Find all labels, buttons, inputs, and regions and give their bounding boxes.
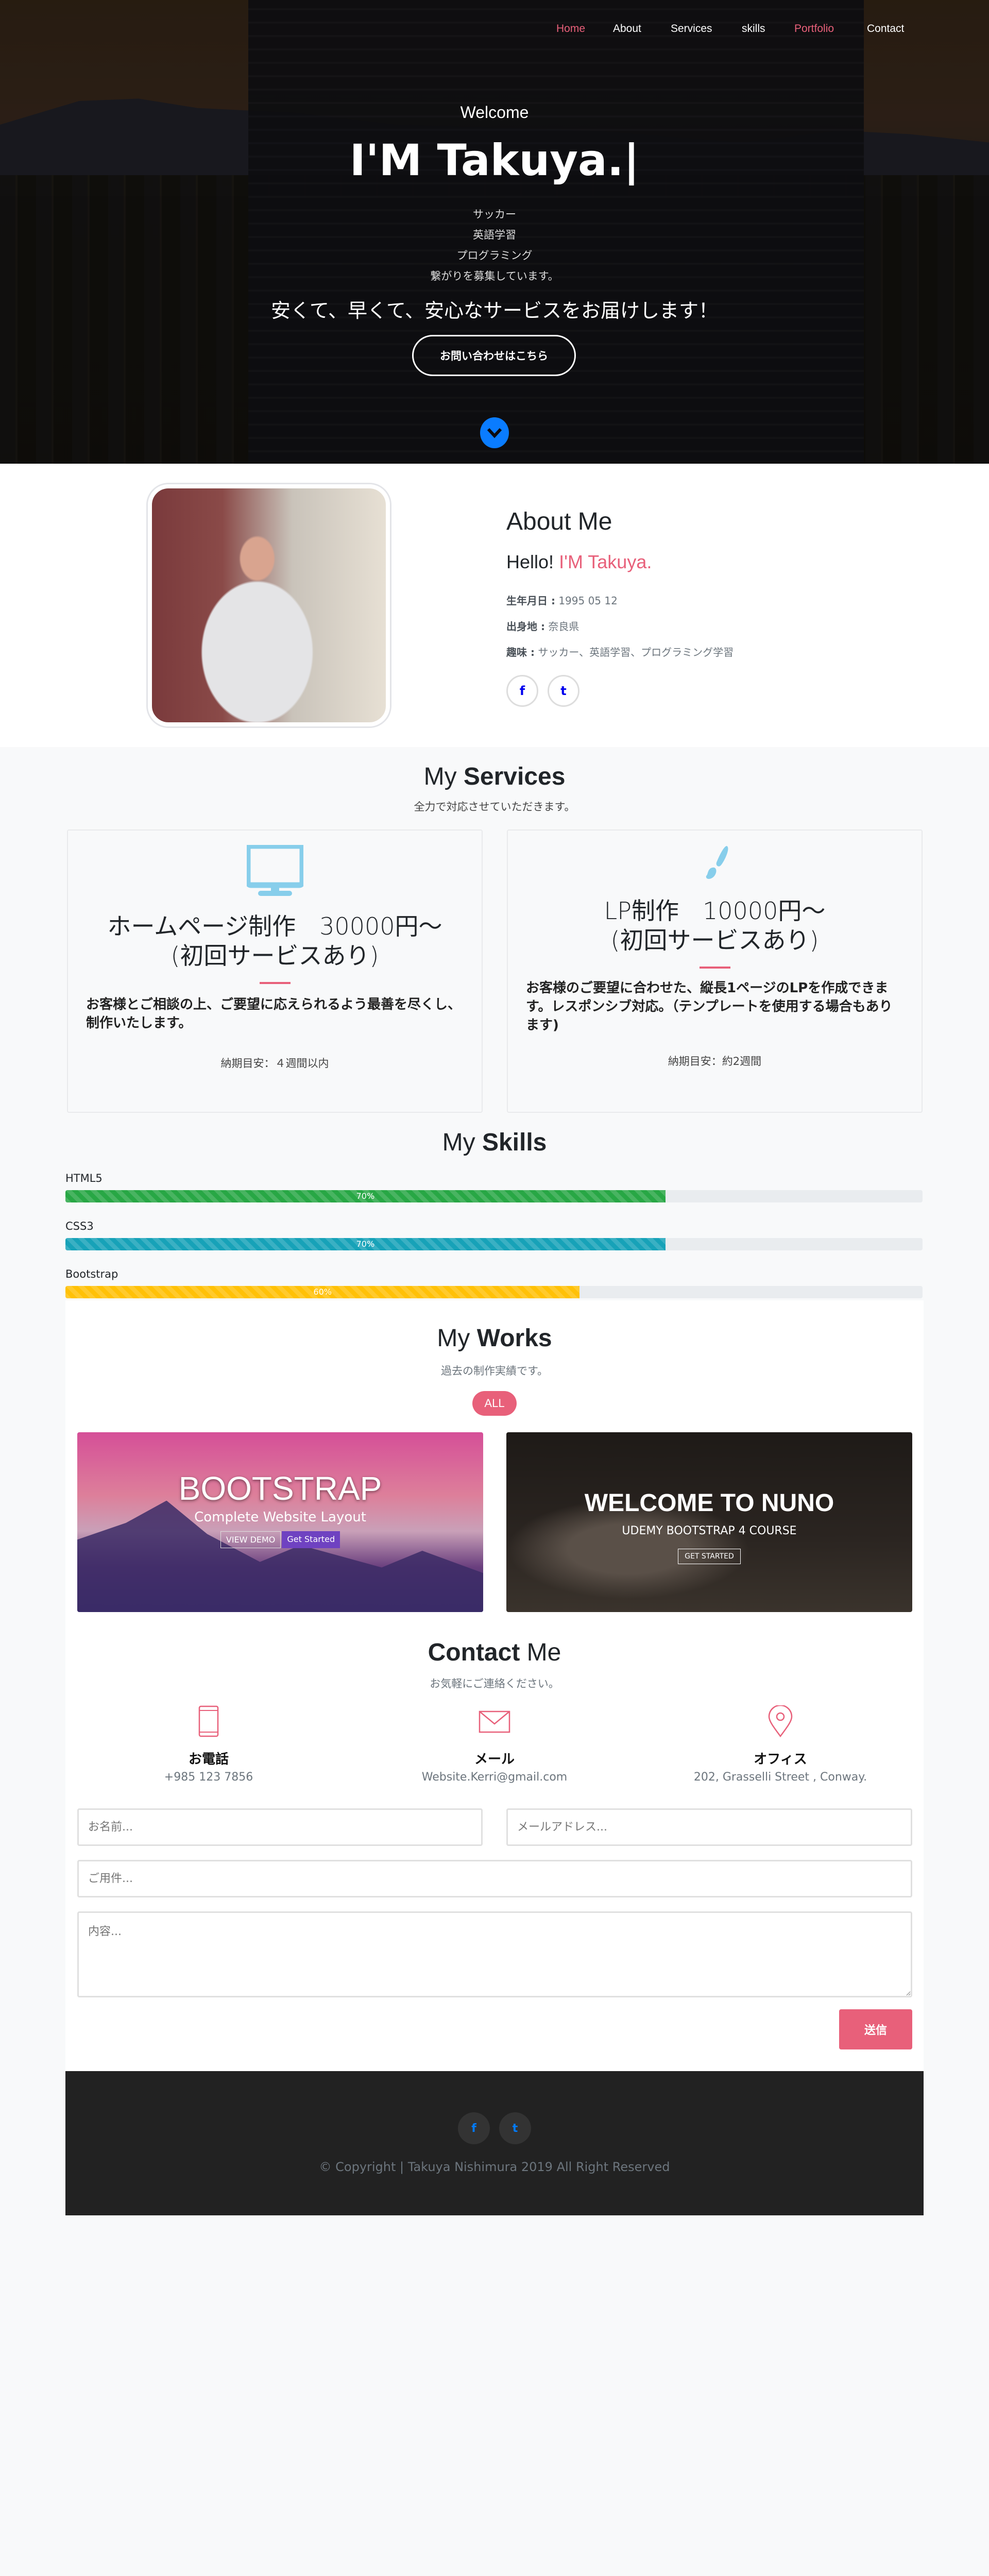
contact-cta-button[interactable]: お問い合わせはこちら — [412, 335, 576, 376]
work-subheading: UDEMY BOOTSTRAP 4 COURSE — [622, 1524, 797, 1537]
profile-photo — [148, 484, 390, 726]
contact-email: メール Website.Kerri@gmail.com — [366, 1705, 623, 1784]
map-pin-icon — [768, 1704, 793, 1738]
skill-progress-bar: 70% — [65, 1190, 923, 1202]
contact-label: メール — [474, 1752, 515, 1767]
paint-brush-icon — [697, 845, 733, 881]
name-input[interactable] — [77, 1808, 483, 1846]
hero-tagline: 安くて、早くて、安心なサービスをお届けします！ — [271, 299, 718, 322]
contact-phone: お電話 +985 123 7856 — [80, 1705, 337, 1784]
hero-line: サッカー — [473, 208, 516, 221]
chevron-down-icon[interactable] — [480, 417, 509, 448]
skill-label: HTML5 — [65, 1172, 103, 1184]
contact-subtitle: お気軽にご連絡ください。 — [430, 1677, 559, 1690]
contact-office: オフィス 202, Grasselli Street , Conway. — [652, 1704, 909, 1784]
skill-progress-fill: 60% — [65, 1286, 580, 1298]
monitor-icon — [245, 843, 305, 896]
skill-label: Bootstrap — [65, 1268, 118, 1280]
skill-progress-fill: 70% — [65, 1238, 666, 1250]
submit-button[interactable]: 送信 — [839, 2009, 912, 2049]
service-eta: 納期目安：約2週間 — [668, 1055, 762, 1067]
service-description: お客様のご要望に合わせた、縦長1ページのLPを作成できます。レスポンシブ対応。（… — [526, 980, 893, 1033]
service-eta: 納期目安：４週間以内 — [220, 1057, 329, 1070]
phone-icon — [198, 1705, 219, 1737]
service-title-note: (初回サービスあり) — [610, 926, 819, 954]
get-started-button[interactable]: Get Started — [282, 1531, 340, 1548]
about-birthday: 生年月日 : 1995 05 12 — [506, 595, 618, 607]
service-card: LP制作 10000円〜 (初回サービスあり) お客様のご要望に合わせた、縦長1… — [507, 829, 923, 1113]
service-description: お客様とご相談の上、ご要望に応えられるよう最善を尽くし、制作いたします。 — [86, 997, 462, 1031]
service-title: LP制作 10000円〜 — [604, 897, 826, 925]
facebook-icon[interactable]: f — [458, 2112, 490, 2144]
footer — [65, 2071, 924, 2215]
skill-label: CSS3 — [65, 1220, 94, 1232]
nav-home[interactable]: Home — [556, 23, 585, 35]
skill-progress-bar: 70% — [65, 1238, 923, 1250]
envelope-icon — [479, 1710, 510, 1733]
copyright: © Copyright | Takuya Nishimura 2019 All … — [319, 2160, 670, 2174]
twitter-icon[interactable]: t — [548, 675, 579, 707]
work-thumbnail-bootstrap[interactable]: BOOTSTRAP Complete Website Layout VIEW D… — [77, 1432, 483, 1612]
contact-label: お電話 — [188, 1752, 229, 1767]
contact-title: Contact Me — [428, 1639, 561, 1666]
about-title: About Me — [506, 508, 612, 535]
works-title: My Works — [437, 1325, 552, 1352]
get-started-button[interactable]: GET STARTED — [678, 1549, 741, 1564]
work-subheading: Complete Website Layout — [194, 1510, 366, 1525]
filter-all-button[interactable]: ALL — [472, 1391, 517, 1416]
service-title-note: (初回サービスあり) — [170, 942, 379, 970]
twitter-icon[interactable]: t — [499, 2112, 531, 2144]
about-hobby: 趣味 : サッカー、英語学習、プログラミング学習 — [506, 646, 734, 658]
skills-title: My Skills — [442, 1129, 547, 1156]
hero-line: 繋がりを募集しています。 — [430, 270, 559, 282]
contact-value: +985 123 7856 — [164, 1771, 253, 1784]
about-hello: Hello! I'M Takuya. — [506, 551, 652, 572]
skill-progress-fill: 70% — [65, 1190, 666, 1202]
about-origin: 出身地 : 奈良県 — [506, 620, 579, 633]
work-heading: WELCOME TO NUNO — [584, 1489, 834, 1517]
hero-title: I'M Takuya.| — [349, 135, 640, 185]
services-subtitle: 全力で対応させていただきます。 — [414, 801, 575, 813]
services-title: My Services — [423, 763, 566, 790]
work-thumbnail-nuno[interactable]: WELCOME TO NUNO UDEMY BOOTSTRAP 4 COURSE… — [506, 1432, 912, 1612]
service-title: ホームページ制作 30000円〜 — [107, 912, 442, 940]
message-textarea[interactable] — [77, 1911, 912, 1997]
contact-label: オフィス — [754, 1752, 807, 1767]
skill-progress-bar: 60% — [65, 1286, 923, 1298]
nav-about[interactable]: About — [613, 23, 641, 35]
works-subtitle: 過去の制作実績です。 — [441, 1365, 548, 1377]
facebook-icon[interactable]: f — [506, 675, 538, 707]
accent-divider — [259, 982, 291, 984]
work-heading: BOOTSTRAP — [178, 1470, 382, 1507]
nav-contact[interactable]: Contact — [867, 23, 904, 35]
hero-welcome: Welcome — [460, 103, 529, 122]
nav-skills[interactable]: skills — [742, 23, 765, 35]
nav-services[interactable]: Services — [671, 23, 712, 35]
view-demo-button[interactable]: VIEW DEMO — [220, 1531, 281, 1548]
service-card: ホームページ制作 30000円〜 (初回サービスあり) お客様とご相談の上、ご要… — [67, 829, 483, 1113]
contact-value: 202, Grasselli Street , Conway. — [693, 1771, 867, 1784]
nav-portfolio[interactable]: Portfolio — [794, 23, 834, 35]
contact-value: Website.Kerri@gmail.com — [421, 1771, 568, 1784]
accent-divider — [699, 967, 730, 969]
hero-line: プログラミング — [456, 249, 533, 262]
hero-line: 英語学習 — [473, 229, 516, 241]
subject-input[interactable] — [77, 1860, 912, 1897]
email-input[interactable] — [506, 1808, 912, 1846]
